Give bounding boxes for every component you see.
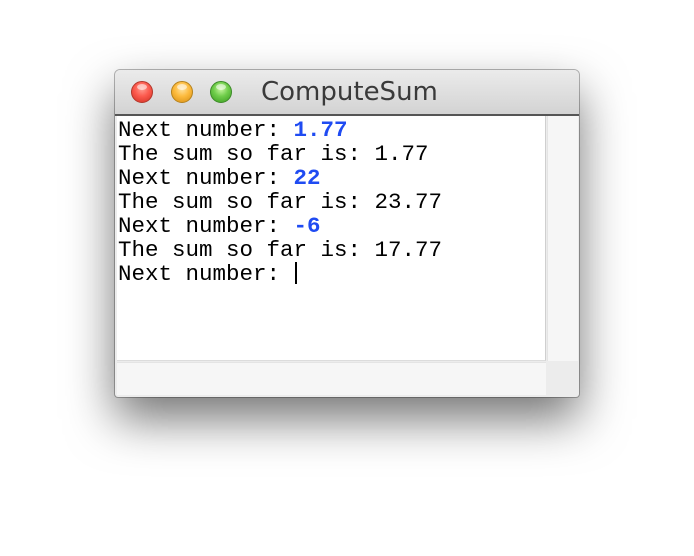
horizontal-scrollbar[interactable] (117, 362, 546, 395)
user-input-text: 1.77 (293, 117, 348, 143)
scrollbar-corner (547, 362, 577, 394)
console-line-output: The sum so far is: 23.77 (117, 190, 545, 214)
user-input-text: -6 (293, 213, 321, 239)
console-line-prompt: Next number: -6 (117, 214, 545, 238)
computesum-window: ComputeSum Next number: 1.77 The sum so … (115, 70, 579, 397)
console-line-output: The sum so far is: 17.77 (117, 238, 545, 262)
zoom-window-button[interactable] (210, 81, 232, 103)
zoom-button-gloss (216, 84, 226, 90)
output-text: The sum so far is: 23.77 (118, 189, 443, 215)
vertical-scrollbar[interactable] (547, 116, 578, 361)
window-title: ComputeSum (261, 77, 438, 107)
title-bar[interactable]: ComputeSum (115, 70, 579, 115)
prompt-text: Next number: (118, 261, 294, 287)
minimize-button-gloss (177, 84, 187, 90)
console-line-output: The sum so far is: 1.77 (117, 142, 545, 166)
text-cursor (294, 262, 297, 284)
minimize-window-button[interactable] (171, 81, 193, 103)
close-button-gloss (137, 84, 147, 90)
prompt-text: Next number: (118, 213, 294, 239)
output-text: The sum so far is: 1.77 (118, 141, 429, 167)
console-line-prompt: Next number: 1.77 (117, 118, 545, 142)
output-text: The sum so far is: 17.77 (118, 237, 443, 263)
console-line-active-prompt: Next number: (117, 262, 545, 286)
console-text-area[interactable]: Next number: 1.77 The sum so far is: 1.7… (117, 116, 546, 361)
close-window-button[interactable] (131, 81, 153, 103)
prompt-text: Next number: (118, 165, 294, 191)
user-input-text: 22 (293, 165, 321, 191)
console-line-prompt: Next number: 22 (117, 166, 545, 190)
prompt-text: Next number: (118, 117, 294, 143)
